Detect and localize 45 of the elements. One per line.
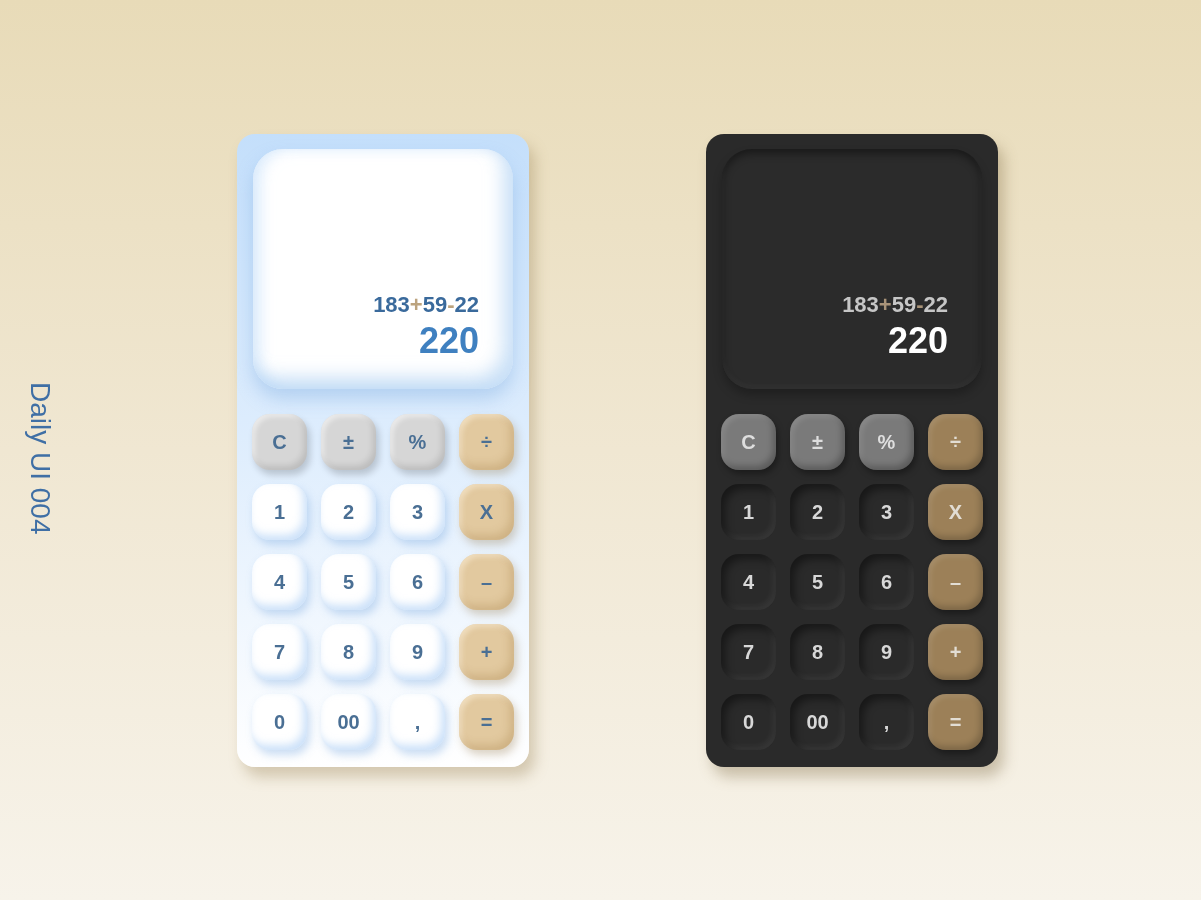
- calculator-key[interactable]: 00: [790, 693, 845, 750]
- calculator-key[interactable]: 1: [252, 483, 307, 540]
- calculator-key[interactable]: C: [721, 413, 776, 470]
- calculator-key[interactable]: 2: [321, 483, 376, 540]
- calculator-key[interactable]: –: [459, 553, 514, 610]
- calculator-key[interactable]: –: [928, 553, 983, 610]
- calculator-key[interactable]: 1: [721, 483, 776, 540]
- calculator-key[interactable]: 5: [790, 553, 845, 610]
- calculator-key[interactable]: 0: [721, 693, 776, 750]
- caption-text: Daily UI 004: [26, 382, 54, 535]
- calculator-key[interactable]: ±: [321, 413, 376, 470]
- calculator-key[interactable]: X: [459, 483, 514, 540]
- result-text: 220: [418, 322, 479, 359]
- calculator-key[interactable]: 9: [859, 623, 914, 680]
- calculator-key[interactable]: 3: [859, 483, 914, 540]
- calculator-key[interactable]: 6: [390, 553, 445, 610]
- calculator-key[interactable]: 4: [721, 553, 776, 610]
- calculator-key[interactable]: 0: [252, 693, 307, 750]
- calculator-key[interactable]: =: [928, 693, 983, 750]
- calculator-key[interactable]: ÷: [459, 413, 514, 470]
- calculator-key[interactable]: 8: [790, 623, 845, 680]
- calculator-key[interactable]: =: [459, 693, 514, 750]
- calculator-key[interactable]: 3: [390, 483, 445, 540]
- calculator-key[interactable]: C: [252, 413, 307, 470]
- calculator-key[interactable]: 6: [859, 553, 914, 610]
- calculator-key[interactable]: 8: [321, 623, 376, 680]
- calculator-key[interactable]: 7: [721, 623, 776, 680]
- calculator-key[interactable]: %: [390, 413, 445, 470]
- calculator-key[interactable]: 2: [790, 483, 845, 540]
- calculator-key[interactable]: +: [928, 623, 983, 680]
- calculator-key[interactable]: 9: [390, 623, 445, 680]
- calculator-key[interactable]: ±: [790, 413, 845, 470]
- result-text: 220: [887, 322, 948, 359]
- calculator-key[interactable]: +: [459, 623, 514, 680]
- calculator-key[interactable]: 4: [252, 553, 307, 610]
- calculator-key[interactable]: ÷: [928, 413, 983, 470]
- calculator-key[interactable]: ,: [390, 693, 445, 750]
- expression-text: 183+59-22: [373, 293, 479, 316]
- calculator-key[interactable]: ,: [859, 693, 914, 750]
- expression-text: 183+59-22: [842, 293, 948, 316]
- calculator-key[interactable]: 5: [321, 553, 376, 610]
- calculator-key[interactable]: X: [928, 483, 983, 540]
- calculator-key[interactable]: 00: [321, 693, 376, 750]
- calculator-key[interactable]: 7: [252, 623, 307, 680]
- calculator-key[interactable]: %: [859, 413, 914, 470]
